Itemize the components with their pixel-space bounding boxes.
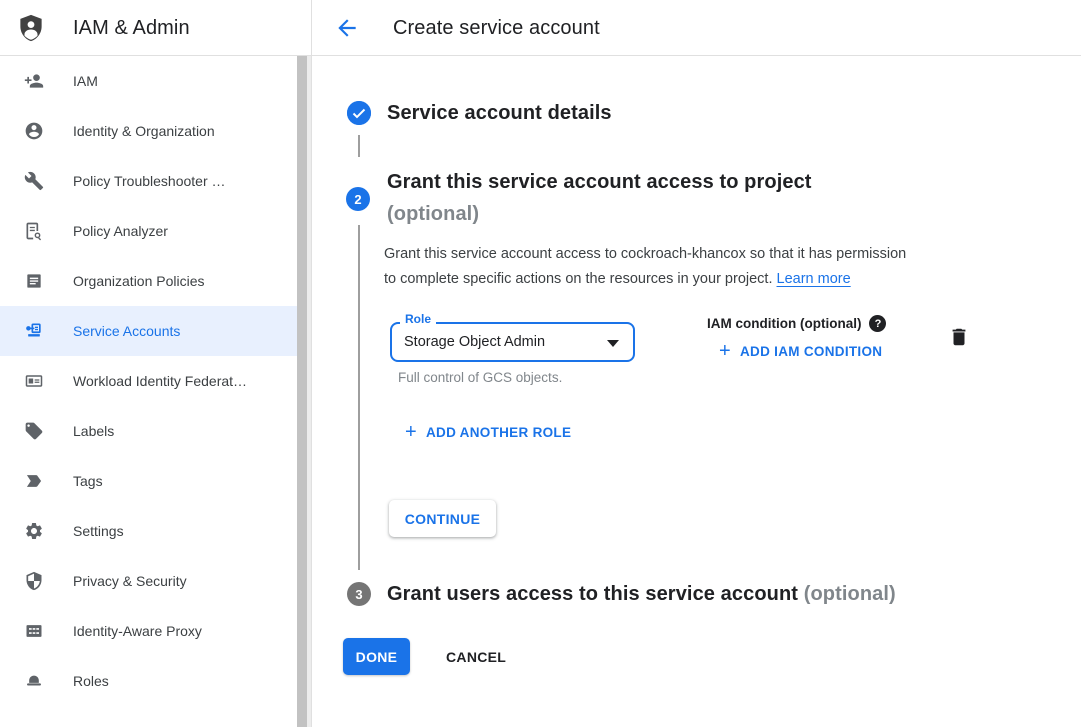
stepper-connector [358, 135, 360, 157]
dropdown-caret-icon [607, 340, 619, 347]
help-icon[interactable]: ? [869, 315, 886, 332]
add-iam-condition-label: ADD IAM CONDITION [740, 344, 882, 359]
step1-check-icon [347, 101, 371, 125]
sidebar-divider [311, 0, 312, 727]
role-field-label: Role [400, 312, 436, 326]
person-add-icon [24, 71, 44, 91]
proxy-grid-icon [24, 621, 44, 641]
add-iam-condition-button[interactable]: + ADD IAM CONDITION [719, 343, 882, 359]
step2-title: Grant this service account access to pro… [387, 166, 812, 230]
card-icon [24, 371, 44, 391]
page-title: Create service account [393, 0, 600, 56]
sidebar-item-label: Workload Identity Federat… [73, 373, 247, 389]
sidebar-item-label: Organization Policies [73, 273, 205, 289]
header-divider [0, 55, 1081, 56]
label-tag-icon [24, 421, 44, 441]
continue-button[interactable]: CONTINUE [389, 500, 496, 537]
plus-icon: + [405, 424, 417, 440]
step2-number-badge: 2 [346, 187, 370, 211]
gear-icon [24, 521, 44, 541]
step2-number: 2 [354, 192, 361, 207]
sidebar-nav: IAM Identity & Organization Policy Troub… [0, 56, 297, 727]
cancel-button[interactable]: CANCEL [442, 638, 510, 675]
sidebar-item-privacy-security[interactable]: Privacy & Security [0, 556, 297, 606]
add-another-role-button[interactable]: + ADD ANOTHER ROLE [405, 424, 571, 440]
wrench-icon [24, 171, 44, 191]
sidebar-item-identity-aware-proxy[interactable]: Identity-Aware Proxy [0, 606, 297, 656]
step1-title: Service account details [387, 97, 612, 129]
sidebar-item-identity-organization[interactable]: Identity & Organization [0, 106, 297, 156]
sidebar-item-label: Settings [73, 523, 124, 539]
sidebar-item-roles[interactable]: Roles [0, 656, 297, 706]
document-lines-icon [24, 271, 44, 291]
arrow-back-icon[interactable] [334, 15, 360, 41]
tag-arrow-icon [24, 471, 44, 491]
sidebar-item-label: Identity-Aware Proxy [73, 623, 202, 639]
create-service-account-form: Service account details 2 Grant this ser… [312, 56, 1081, 727]
role-selected-value: Storage Object Admin [392, 334, 545, 350]
step3-number-badge: 3 [347, 582, 371, 606]
sidebar-item-policy-troubleshooter[interactable]: Policy Troubleshooter … [0, 156, 297, 206]
role-help-text: Full control of GCS objects. [398, 370, 562, 385]
sidebar-item-label: Service Accounts [73, 323, 180, 339]
step2-description: Grant this service account access to coc… [384, 242, 1004, 292]
done-button[interactable]: DONE [343, 638, 410, 675]
step2-optional-label: (optional) [387, 198, 812, 230]
hat-icon [24, 671, 44, 691]
sidebar-item-label: Identity & Organization [73, 123, 215, 139]
stepper-connector [358, 225, 360, 570]
sidebar-item-tags[interactable]: Tags [0, 456, 297, 506]
role-dropdown[interactable]: Storage Object Admin [390, 322, 635, 362]
sidebar-item-service-accounts[interactable]: Service Accounts [0, 306, 297, 356]
product-title: IAM & Admin [73, 17, 190, 40]
sidebar-item-label: Policy Troubleshooter … [73, 173, 226, 189]
shield-person-icon [16, 13, 46, 43]
sidebar-item-label: IAM [73, 73, 98, 89]
sidebar-item-label: Privacy & Security [73, 573, 187, 589]
iam-condition-label-text: IAM condition (optional) [707, 316, 861, 331]
sidebar-scrollbar [297, 56, 312, 727]
shield-half-icon [24, 571, 44, 591]
sidebar-item-labels[interactable]: Labels [0, 406, 297, 456]
sidebar-scrollbar-thumb[interactable] [297, 56, 307, 727]
sidebar-item-label: Tags [73, 473, 103, 489]
learn-more-link[interactable]: Learn more [777, 271, 851, 287]
sidebar-item-label: Labels [73, 423, 114, 439]
sidebar-item-workload-identity-federation[interactable]: Workload Identity Federat… [0, 356, 297, 406]
step3-title: Grant users access to this service accou… [387, 578, 896, 610]
product-brand: IAM & Admin [16, 0, 190, 56]
plus-icon: + [719, 343, 731, 359]
sidebar-item-settings[interactable]: Settings [0, 506, 297, 556]
iam-condition-label: IAM condition (optional) ? [707, 315, 886, 332]
add-another-role-label: ADD ANOTHER ROLE [426, 425, 571, 440]
sidebar-item-policy-analyzer[interactable]: Policy Analyzer [0, 206, 297, 256]
description-line1: Grant this service account access to coc… [384, 242, 1004, 267]
description-line2: to complete specific actions on the reso… [384, 271, 772, 287]
sidebar-item-organization-policies[interactable]: Organization Policies [0, 256, 297, 306]
sidebar-item-label: Roles [73, 673, 109, 689]
policy-analyzer-icon [24, 221, 44, 241]
step3-number: 3 [355, 587, 362, 602]
step2-title-text: Grant this service account access to pro… [387, 171, 812, 193]
step3-title-text: Grant users access to this service accou… [387, 583, 798, 605]
sidebar-item-iam[interactable]: IAM [0, 56, 297, 106]
step3-optional-label: (optional) [804, 583, 896, 605]
sidebar-item-label: Policy Analyzer [73, 223, 168, 239]
trash-icon[interactable] [948, 326, 970, 348]
top-header: IAM & Admin Create service account [0, 0, 1081, 56]
account-circle-icon [24, 121, 44, 141]
service-account-key-icon [24, 321, 44, 341]
